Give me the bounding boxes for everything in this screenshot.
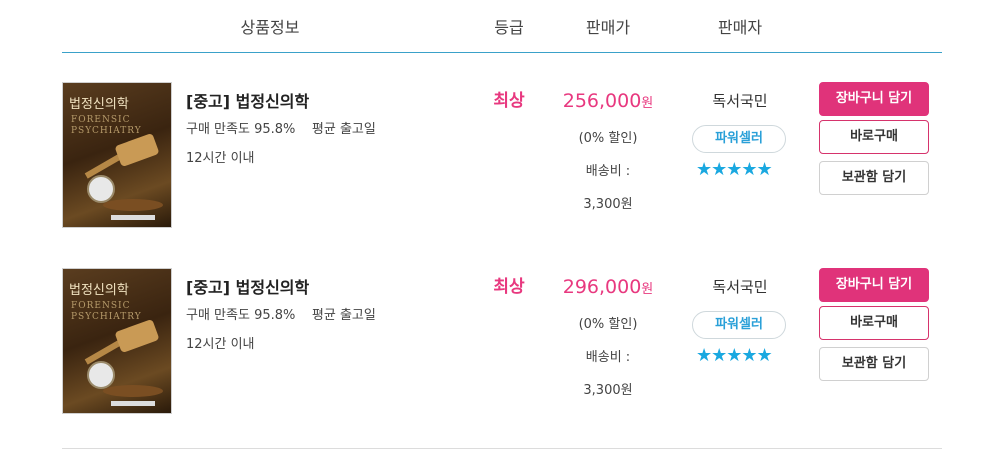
header-divider bbox=[62, 52, 942, 53]
discount: (0% 할인) bbox=[578, 317, 638, 332]
price: 256,000원 bbox=[563, 90, 654, 112]
gavel-head bbox=[114, 132, 160, 168]
bottom-divider bbox=[62, 448, 942, 449]
buy-now-button[interactable]: 바로구매 bbox=[819, 306, 929, 340]
price-value: 296,000 bbox=[562, 276, 642, 298]
pocket-watch bbox=[87, 361, 115, 389]
cover-subtitle: FORENSIC PSYCHIATRY bbox=[71, 115, 142, 136]
gavel-head bbox=[114, 318, 160, 354]
shipping-label: 배송비 : bbox=[585, 350, 631, 365]
add-to-cart-button[interactable]: 장바구니 담기 bbox=[819, 82, 929, 116]
product-meta-2: 12시간 이내 bbox=[186, 151, 255, 166]
add-to-cart-button[interactable]: 장바구니 담기 bbox=[819, 268, 929, 302]
price-value: 256,000 bbox=[562, 90, 642, 112]
table-row: 법정신의학 FORENSIC PSYCHIATRY [중고] 법정신의학 구매 … bbox=[0, 268, 985, 428]
product-title[interactable]: [중고] 법정신의학 bbox=[186, 274, 309, 298]
header-price: 판매가 bbox=[585, 18, 631, 37]
cover-strip bbox=[111, 215, 155, 220]
cover-subtitle: FORENSIC PSYCHIATRY bbox=[71, 301, 142, 322]
save-to-wishlist-button[interactable]: 보관함 담기 bbox=[819, 347, 929, 381]
product-title[interactable]: [중고] 법정신의학 bbox=[186, 88, 309, 112]
power-seller-badge: 파워셀러 bbox=[692, 125, 786, 153]
cover-title: 법정신의학 bbox=[69, 97, 129, 112]
cover-strip bbox=[111, 401, 155, 406]
price: 296,000원 bbox=[563, 276, 654, 298]
product-meta: 구매 만족도 95.8% 평균 출고일 bbox=[186, 122, 376, 137]
table-header: 상품정보 등급 판매가 판매자 bbox=[0, 0, 985, 52]
shipping-label: 배송비 : bbox=[585, 164, 631, 179]
rating-stars-icon: ★★★★★ bbox=[696, 345, 773, 366]
pocket-watch bbox=[87, 175, 115, 203]
seller-name[interactable]: 독서국민 bbox=[712, 90, 767, 111]
grade-label: 최상 bbox=[493, 91, 525, 111]
price-unit: 원 bbox=[641, 282, 654, 297]
header-product-info: 상품정보 bbox=[240, 18, 300, 37]
power-seller-badge: 파워셀러 bbox=[692, 311, 786, 339]
cover-title: 법정신의학 bbox=[69, 283, 129, 298]
save-to-wishlist-button[interactable]: 보관함 담기 bbox=[819, 161, 929, 195]
header-grade: 등급 bbox=[494, 18, 524, 37]
rating-stars-icon: ★★★★★ bbox=[696, 159, 773, 180]
discount: (0% 할인) bbox=[578, 131, 638, 146]
gavel-base bbox=[103, 199, 163, 211]
grade-label: 최상 bbox=[493, 277, 525, 297]
gavel-base bbox=[103, 385, 163, 397]
product-meta: 구매 만족도 95.8% 평균 출고일 bbox=[186, 308, 376, 323]
header-seller: 판매자 bbox=[717, 18, 763, 37]
book-cover-image[interactable]: 법정신의학 FORENSIC PSYCHIATRY bbox=[62, 268, 172, 414]
table-row: 법정신의학 FORENSIC PSYCHIATRY [중고] 법정신의학 구매 … bbox=[0, 82, 985, 242]
shipping-value: 3,300원 bbox=[583, 197, 633, 212]
buy-now-button[interactable]: 바로구매 bbox=[819, 120, 929, 154]
book-cover-image[interactable]: 법정신의학 FORENSIC PSYCHIATRY bbox=[62, 82, 172, 228]
seller-name[interactable]: 독서국민 bbox=[712, 276, 767, 297]
shipping-value: 3,300원 bbox=[583, 383, 633, 398]
product-meta-2: 12시간 이내 bbox=[186, 337, 255, 352]
price-unit: 원 bbox=[641, 96, 654, 111]
